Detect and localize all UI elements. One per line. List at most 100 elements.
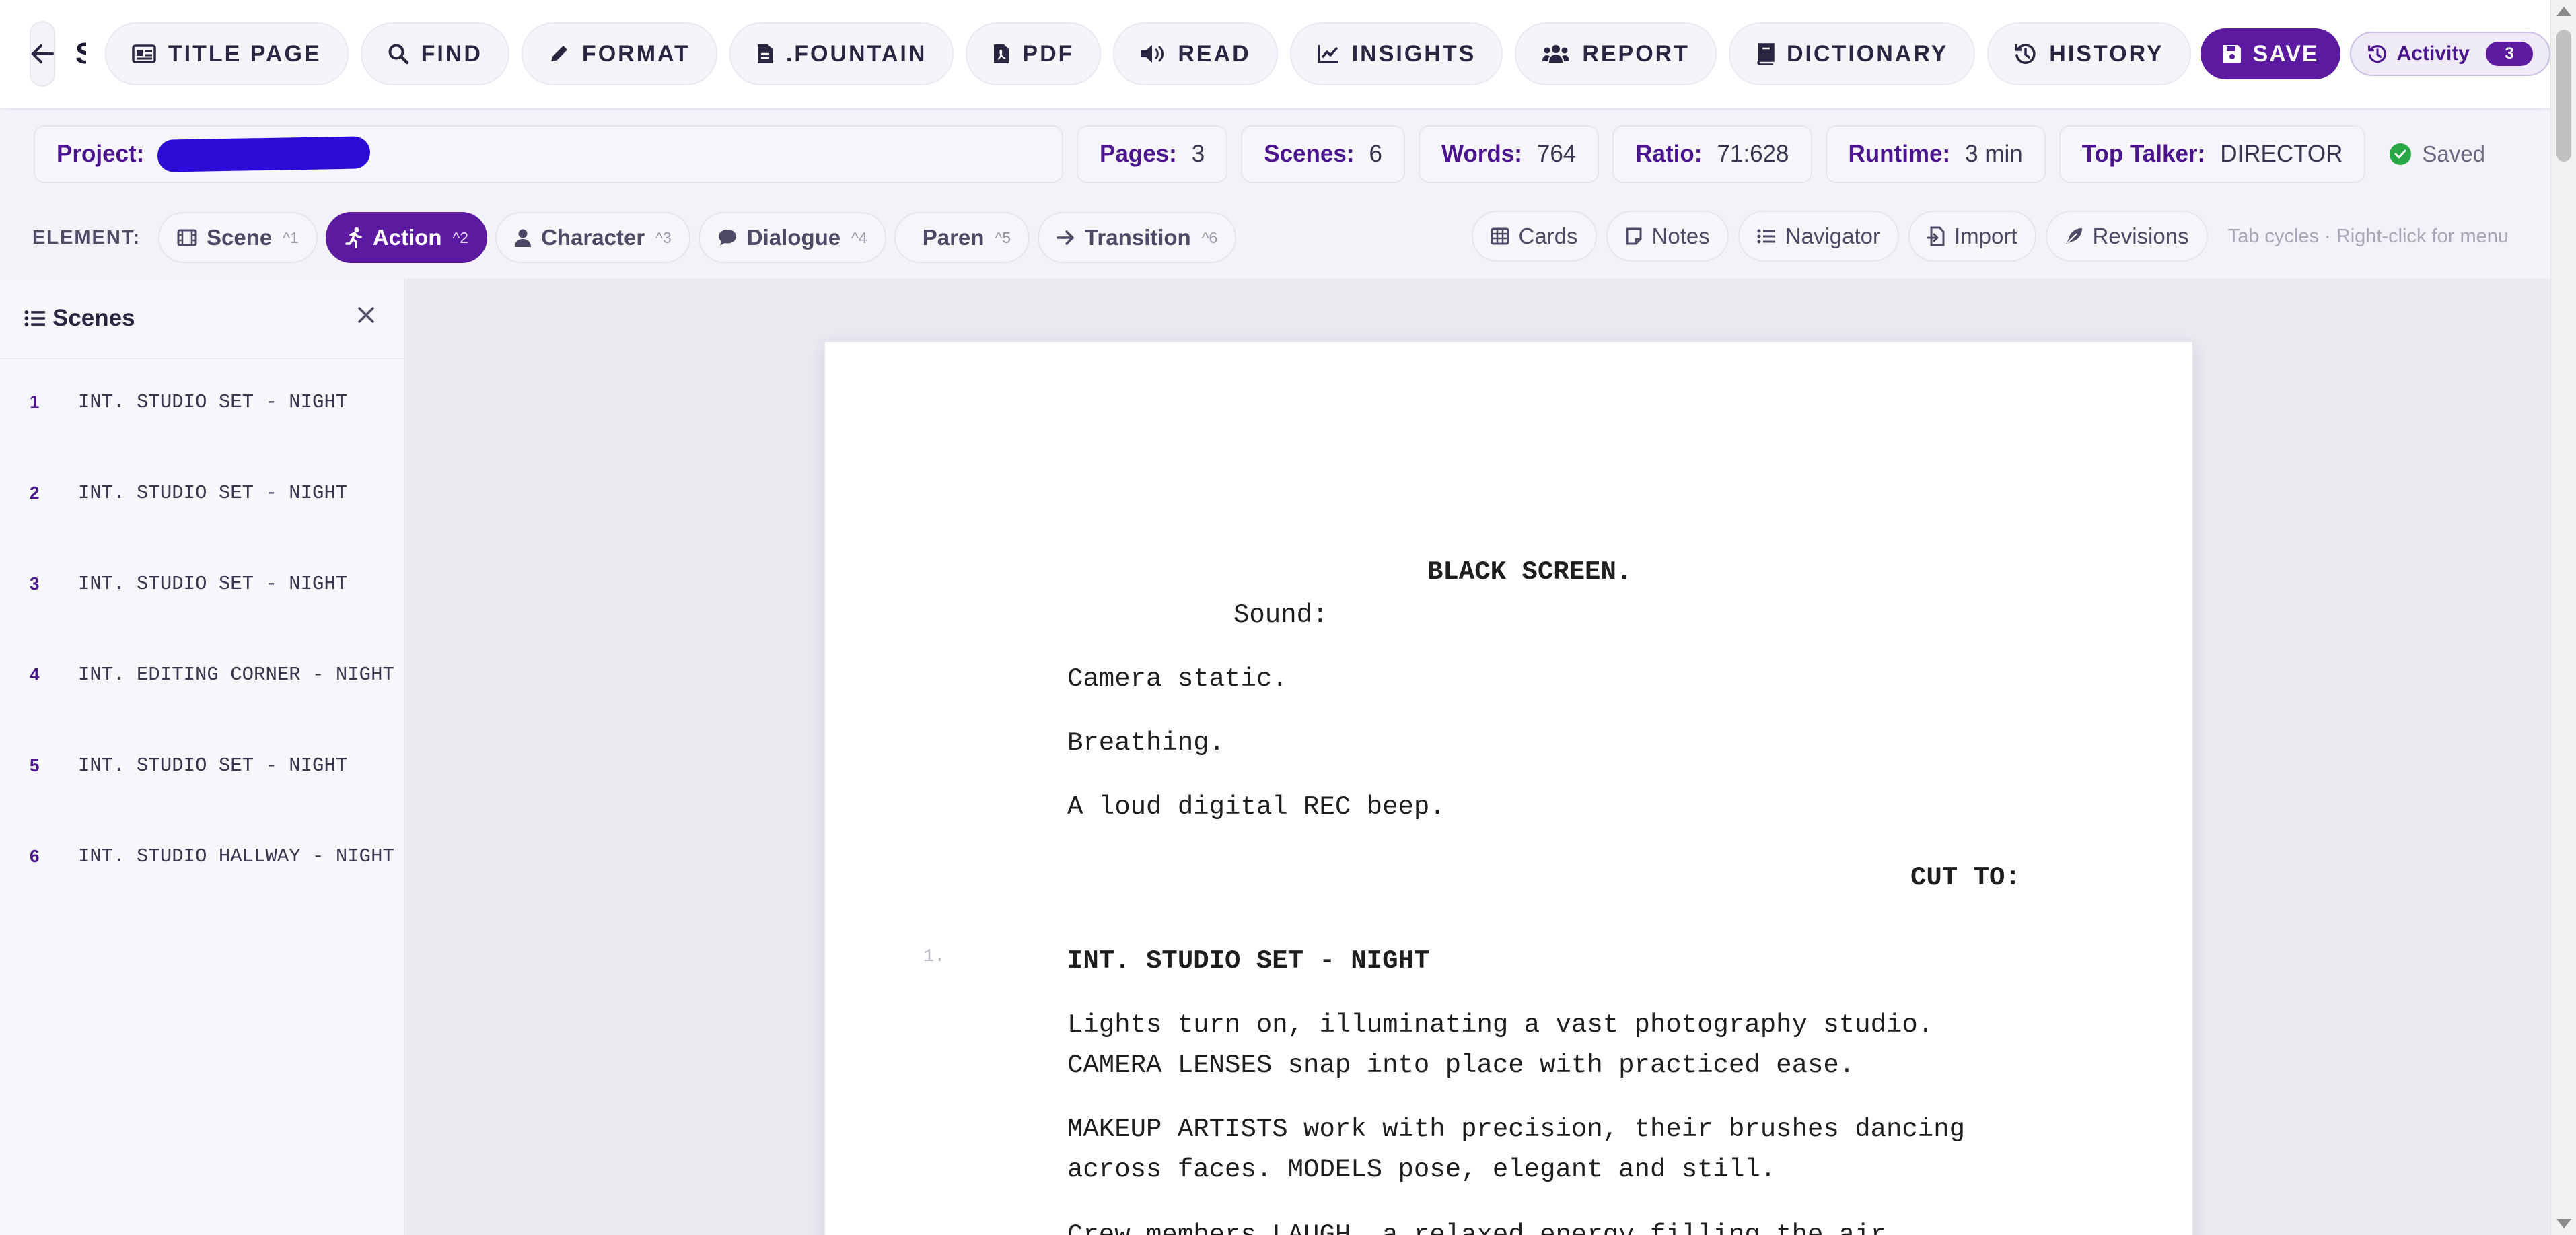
find-button[interactable]: FIND	[360, 22, 509, 85]
transition-line[interactable]: CUT TO:	[1910, 857, 2021, 898]
floppy-disk-icon	[2223, 45, 2241, 63]
format-label: FORMAT	[581, 40, 690, 67]
action-line[interactable]: A loud digital REC beep.	[1067, 787, 1445, 827]
element-scene-label: Scene	[207, 225, 273, 250]
pdf-export-button[interactable]: PDF	[966, 22, 1102, 85]
action-line[interactable]: Camera static.	[1067, 659, 1288, 699]
dictionary-button[interactable]: DICTIONARY	[1729, 22, 1976, 85]
scroll-thumb[interactable]	[2556, 30, 2571, 162]
sidebar-title: Scenes	[52, 305, 135, 331]
pencil-icon	[550, 46, 567, 63]
read-button[interactable]: READ	[1113, 22, 1278, 85]
script-page[interactable]: BLACK SCREEN. Sound: Camera static. Brea…	[824, 341, 2194, 1235]
history-icon	[2015, 44, 2036, 64]
pdf-label: PDF	[1022, 40, 1075, 67]
dictionary-label: DICTIONARY	[1787, 40, 1949, 67]
arrow-left-icon	[32, 44, 54, 63]
element-character-shortcut: ^3	[655, 228, 672, 246]
find-label: FIND	[421, 40, 482, 67]
film-icon	[177, 229, 197, 246]
scroll-up-arrow-icon[interactable]	[2556, 7, 2571, 16]
user-icon	[515, 229, 532, 247]
element-transition-shortcut: ^6	[1201, 228, 1218, 246]
stat-key: Scenes:	[1264, 141, 1355, 167]
element-dialogue-shortcut: ^4	[851, 228, 867, 246]
stat-value: 764	[1536, 141, 1577, 167]
element-action-label: Action	[372, 225, 442, 250]
speaker-icon	[1141, 45, 1164, 63]
insights-button[interactable]: INSIGHTS	[1289, 22, 1503, 85]
action-line[interactable]: Breathing.	[1067, 723, 1225, 763]
action-line[interactable]: BLACK SCREEN.	[1427, 552, 1632, 592]
import-label: Import	[1954, 223, 2017, 248]
feather-icon	[2065, 228, 2082, 244]
action-line[interactable]: MAKEUP ARTISTS work with precision, thei…	[1067, 1109, 1965, 1150]
page-scrollbar[interactable]	[2550, 0, 2576, 1235]
element-dialogue-label: Dialogue	[746, 225, 841, 250]
format-button[interactable]: FORMAT	[521, 22, 717, 85]
stat-value: 3 min	[1965, 141, 2023, 167]
action-line[interactable]: across faces. MODELS pose, elegant and s…	[1067, 1150, 1776, 1190]
element-transition-label: Transition	[1085, 225, 1191, 250]
element-label: ELEMENT:	[32, 226, 141, 248]
report-button[interactable]: REPORT	[1515, 22, 1717, 85]
stat-key: Ratio:	[1635, 141, 1703, 167]
saved-status: Saved	[2390, 141, 2485, 167]
save-button[interactable]: SAVE	[2200, 28, 2340, 79]
element-paren-button[interactable]: Paren ^5	[894, 212, 1030, 263]
title-page-button[interactable]: TITLE PAGE	[104, 22, 349, 85]
scene-number: 4	[30, 664, 40, 684]
element-action-button[interactable]: Action ^2	[325, 212, 488, 263]
element-scene-button[interactable]: Scene ^1	[158, 212, 318, 263]
speech-bubble-icon	[718, 230, 736, 246]
scene-heading: INT. STUDIO HALLWAY - NIGHT	[78, 845, 394, 868]
import-button[interactable]: Import	[1908, 211, 2036, 262]
notes-label: Notes	[1651, 223, 1710, 248]
saved-label: Saved	[2422, 141, 2485, 166]
scene-number: 1	[30, 392, 40, 412]
action-line[interactable]: Lights turn on, illuminating a vast phot…	[1067, 1005, 1933, 1045]
insights-label: INSIGHTS	[1351, 40, 1476, 67]
notes-button[interactable]: Notes	[1606, 211, 1729, 262]
scene-number: 6	[30, 846, 40, 866]
project-field[interactable]: Project:	[34, 125, 1063, 183]
back-button[interactable]	[30, 21, 55, 87]
cards-button[interactable]: Cards	[1471, 211, 1597, 262]
keyboard-hint: Tab cycles · Right-click for menu	[2227, 225, 2509, 247]
editor-area: BLACK SCREEN. Sound: Camera static. Brea…	[406, 279, 2550, 1235]
read-label: READ	[1178, 40, 1251, 67]
scene-heading: INT. STUDIO SET - NIGHT	[78, 391, 348, 413]
history-button[interactable]: HISTORY	[1987, 22, 2191, 85]
arrow-right-icon	[1057, 230, 1074, 245]
element-paren-label: Paren	[922, 225, 985, 250]
pdf-file-icon	[994, 44, 1009, 63]
stat-words: Words: 764	[1418, 125, 1600, 183]
character-line[interactable]: Sound:	[1233, 595, 1328, 635]
table-icon	[1491, 227, 1509, 245]
element-transition-button[interactable]: Transition ^6	[1038, 212, 1237, 263]
scene-heading: INT. STUDIO SET - NIGHT	[78, 754, 348, 777]
project-label: Project:	[57, 141, 145, 167]
navigator-button[interactable]: Navigator	[1738, 211, 1899, 262]
element-character-button[interactable]: Character ^3	[495, 212, 690, 263]
scroll-down-arrow-icon[interactable]	[2556, 1219, 2571, 1228]
line-chart-icon	[1317, 45, 1338, 63]
stat-value: 71:628	[1717, 141, 1789, 167]
stat-value: DIRECTOR	[2220, 141, 2343, 167]
revisions-button[interactable]: Revisions	[2045, 211, 2208, 262]
action-line[interactable]: CAMERA LENSES snap into place with pract…	[1067, 1045, 1855, 1086]
stat-ratio: Ratio: 71:628	[1612, 125, 1812, 183]
list-icon	[1757, 229, 1775, 244]
element-dialogue-button[interactable]: Dialogue ^4	[698, 212, 886, 263]
action-line[interactable]: Crew members LAUGH, a relaxed energy fil…	[1067, 1215, 1902, 1235]
activity-button[interactable]: Activity 3	[2349, 32, 2550, 76]
scene-heading-line[interactable]: INT. STUDIO SET - NIGHT	[1067, 941, 1429, 981]
list-icon	[24, 310, 45, 326]
close-icon[interactable]	[357, 306, 375, 328]
note-icon	[1626, 227, 1642, 245]
users-icon	[1542, 45, 1570, 63]
activity-count-badge: 3	[2486, 42, 2533, 66]
stat-value: 3	[1191, 141, 1205, 167]
fountain-export-button[interactable]: .FOUNTAIN	[729, 22, 954, 85]
stat-top-talker: Top Talker: DIRECTOR	[2059, 125, 2366, 183]
